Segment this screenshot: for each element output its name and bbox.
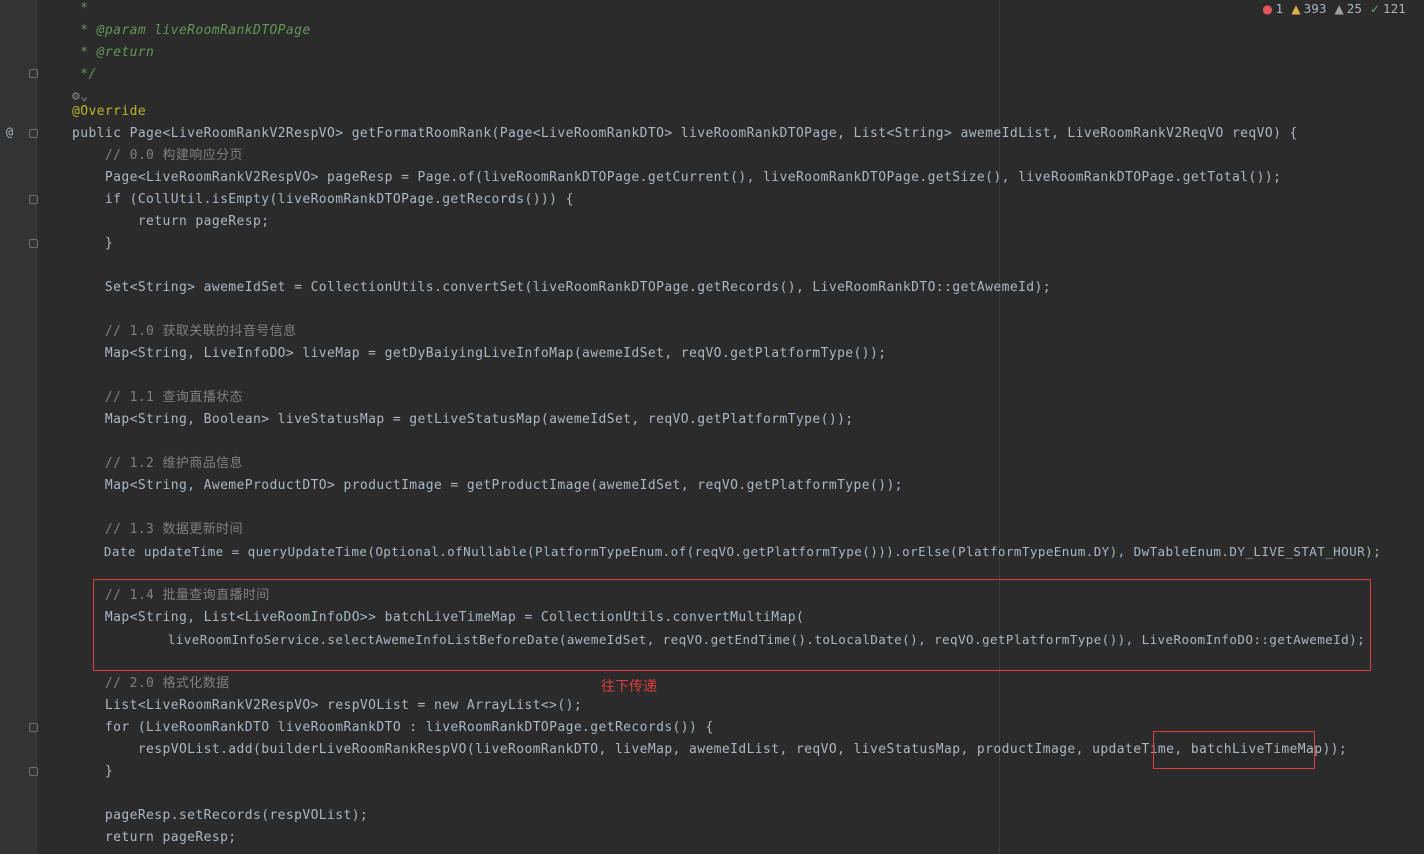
code-line[interactable]: */ bbox=[72, 64, 97, 86]
check-icon: ✓ bbox=[1370, 2, 1381, 16]
code-line[interactable]: if (CollUtil.isEmpty(liveRoomRankDTOPage… bbox=[72, 189, 574, 211]
code-line[interactable]: * @param liveRoomRankDTOPage bbox=[72, 20, 311, 42]
warning-icon: ▲ bbox=[1291, 2, 1301, 16]
code-line[interactable]: // 2.0 格式化数据 bbox=[72, 673, 230, 695]
highlight-box bbox=[1153, 731, 1315, 769]
code-line[interactable]: Map<String, Boolean> liveStatusMap = get… bbox=[72, 409, 854, 431]
fold-marker-icon[interactable] bbox=[29, 195, 38, 204]
code-line[interactable]: for (LiveRoomRankDTO liveRoomRankDTO : l… bbox=[72, 717, 714, 739]
error-count[interactable]: ● 1 bbox=[1262, 0, 1283, 18]
code-line[interactable]: // 1.1 查询直播状态 bbox=[72, 387, 243, 409]
code-line[interactable]: public Page<LiveRoomRankV2RespVO> getFor… bbox=[72, 123, 1298, 145]
fold-marker-icon[interactable] bbox=[29, 239, 38, 248]
editor-gutter: @ bbox=[0, 0, 38, 854]
code-line[interactable]: // 0.0 构建响应分页 bbox=[72, 145, 243, 167]
weak-warning-count[interactable]: ▲ 25 bbox=[1335, 0, 1363, 18]
code-line[interactable]: Map<String, AwemeProductDTO> productImag… bbox=[72, 475, 903, 497]
annotation-note: 往下传递 bbox=[601, 679, 657, 695]
code-line[interactable]: } bbox=[72, 761, 113, 783]
typo-count[interactable]: ✓ 121 bbox=[1370, 0, 1406, 18]
fold-marker-icon[interactable] bbox=[29, 723, 38, 732]
code-line[interactable]: return pageResp; bbox=[72, 211, 269, 233]
fold-marker-icon[interactable] bbox=[29, 767, 38, 776]
code-line[interactable]: Set<String> awemeIdSet = CollectionUtils… bbox=[72, 277, 1051, 299]
code-line[interactable]: return pageResp; bbox=[72, 827, 237, 849]
override-marker-icon[interactable]: @ bbox=[6, 125, 13, 139]
error-icon: ● bbox=[1262, 2, 1273, 16]
code-line[interactable]: // 1.2 维护商品信息 bbox=[72, 453, 243, 475]
weak-warning-icon: ▲ bbox=[1334, 2, 1344, 16]
code-line[interactable]: Page<LiveRoomRankV2RespVO> pageResp = Pa… bbox=[72, 167, 1281, 189]
code-line[interactable]: Date updateTime = queryUpdateTime(Option… bbox=[72, 541, 1381, 563]
fold-marker-icon[interactable] bbox=[29, 69, 38, 78]
warning-count[interactable]: ▲ 393 bbox=[1291, 0, 1326, 18]
code-line[interactable]: // 1.3 数据更新时间 bbox=[72, 519, 243, 541]
code-line[interactable]: // 1.0 获取关联的抖音号信息 bbox=[72, 321, 297, 343]
code-line[interactable]: Map<String, LiveInfoDO> liveMap = getDyB… bbox=[72, 343, 886, 365]
code-line[interactable]: pageResp.setRecords(respVOList); bbox=[72, 805, 368, 827]
inspection-status[interactable]: ● 1 ▲ 393 ▲ 25 ✓ 121 bbox=[1262, 0, 1406, 18]
code-line[interactable]: * @return bbox=[72, 42, 154, 64]
code-line[interactable]: List<LiveRoomRankV2RespVO> respVOList = … bbox=[72, 695, 582, 717]
code-line[interactable]: } bbox=[72, 233, 113, 255]
code-line[interactable]: * bbox=[72, 0, 88, 20]
highlight-box bbox=[93, 579, 1371, 671]
code-line[interactable]: @Override bbox=[72, 101, 146, 123]
fold-marker-icon[interactable] bbox=[29, 129, 38, 138]
